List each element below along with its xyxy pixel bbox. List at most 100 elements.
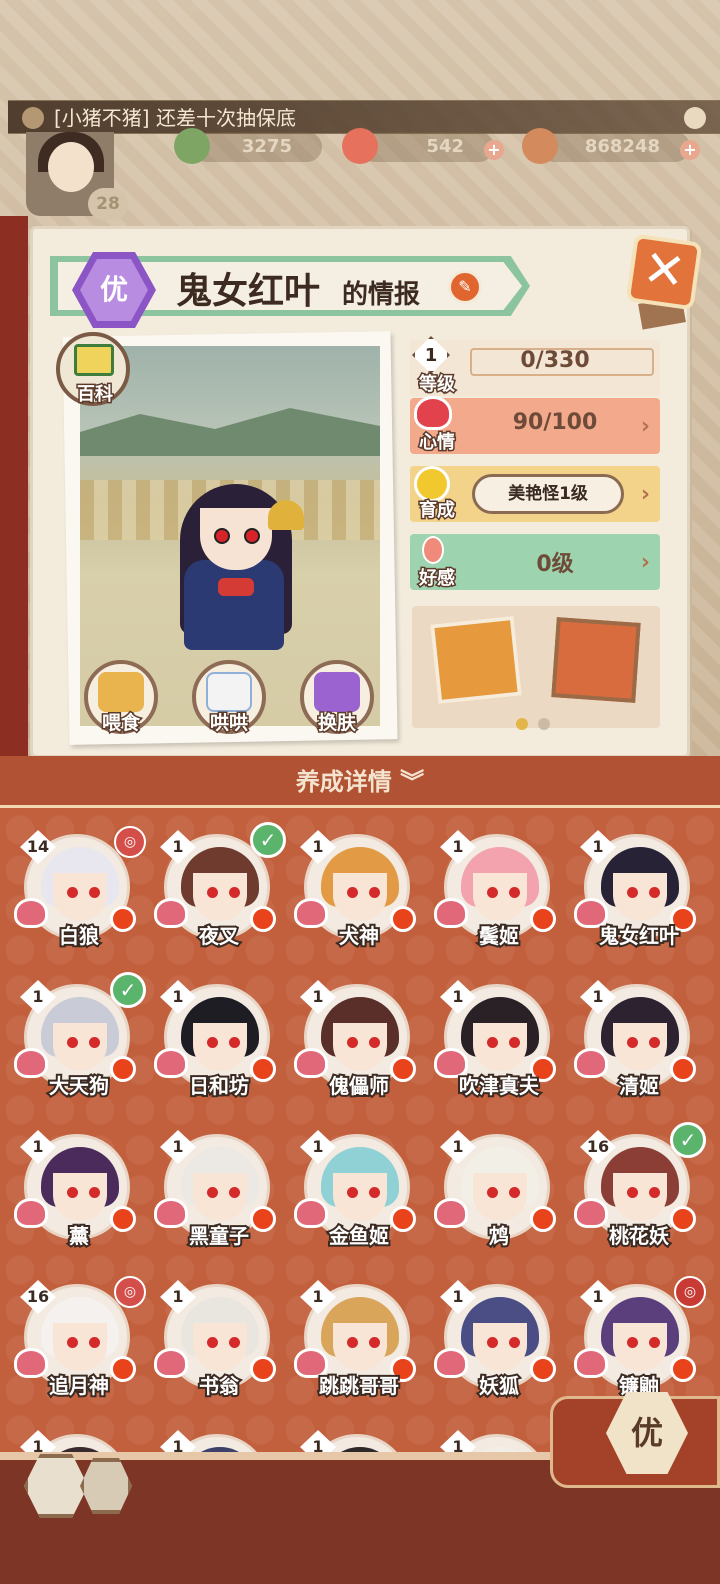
emblem-icon: ◎: [114, 826, 146, 858]
character-name: 追月神: [47, 1372, 111, 1400]
character-eye: [214, 528, 230, 544]
add-stamina-button[interactable]: +: [484, 140, 504, 160]
character-name: 鸩: [487, 1222, 511, 1250]
portrait-eye: [509, 1037, 520, 1048]
character-name: 书翁: [197, 1372, 241, 1400]
portrait-face: [473, 1023, 527, 1071]
character-card[interactable]: 1 夜叉 ✓: [154, 822, 286, 966]
character-card[interactable]: 16 追月神 ◎: [14, 1276, 146, 1416]
character-card[interactable]: 1 跳跳哥哥: [294, 1276, 424, 1416]
portrait-face: [613, 1023, 667, 1071]
edit-name-button[interactable]: ✎: [448, 270, 482, 304]
close-button[interactable]: ✕: [625, 233, 703, 311]
portrait-face: [473, 873, 527, 921]
affection-value: 0级: [536, 552, 574, 577]
encyclopedia-button[interactable]: 百科: [56, 332, 130, 407]
character-name: 黑童子: [187, 1222, 251, 1250]
portrait-eye: [229, 1337, 240, 1348]
check-icon: ✓: [250, 822, 286, 858]
resource-stamina-value: 542: [426, 136, 464, 157]
character-card[interactable]: 1 鬓姬: [434, 826, 564, 966]
character-name: 日和坊: [187, 1072, 251, 1100]
player-level: 28: [88, 188, 128, 220]
portrait-eye: [229, 1037, 240, 1048]
portrait-eye: [67, 887, 78, 898]
character-name: 犬神: [337, 922, 381, 950]
portrait-eye: [347, 1187, 358, 1198]
portrait-eye: [89, 1187, 100, 1198]
stat-mood[interactable]: 心情 90/100 ›: [410, 396, 660, 455]
portrait-eye: [487, 1187, 498, 1198]
mood-value: 90/100: [512, 410, 598, 435]
character-card[interactable]: 1薰: [14, 1126, 144, 1266]
encyclopedia-label: 百科: [76, 383, 115, 407]
feed-button[interactable]: 喂食: [84, 660, 158, 736]
character-fan: [268, 500, 304, 530]
portrait-face: [53, 1023, 107, 1071]
emblem-icon: ◎: [674, 1276, 706, 1308]
portrait-face: [193, 1323, 247, 1371]
coax-button[interactable]: 哄哄: [192, 660, 266, 736]
character-card[interactable]: 16 桃花妖 ✓: [574, 1122, 706, 1266]
character-card[interactable]: 1 吹津真夫: [434, 976, 564, 1116]
portrait-eye: [347, 887, 358, 898]
feed-label: 喂食: [100, 711, 141, 736]
character-card[interactable]: 1 日和坊: [154, 976, 284, 1116]
close-icon: ✕: [639, 238, 690, 302]
noodle-icon: [98, 672, 144, 712]
character-card[interactable]: 14 白狼 ◎: [14, 826, 146, 966]
portrait-eye: [627, 1187, 638, 1198]
portrait-face: [53, 1173, 107, 1221]
mystery-gift-card[interactable]: [551, 617, 641, 703]
portrait-eye: [649, 1037, 660, 1048]
character-card[interactable]: 1 傀儡师: [294, 976, 424, 1116]
character-card[interactable]: 1 大天狗 ✓: [14, 972, 146, 1116]
stat-growth[interactable]: 育成 美艳怪1级 ›: [410, 466, 660, 523]
portrait-eye: [89, 1337, 100, 1348]
character-name: 妖狐: [477, 1372, 521, 1400]
character-kimono: [184, 560, 284, 650]
mood-label: 心情: [418, 431, 457, 455]
portrait-eye: [369, 1187, 380, 1198]
page-dot-active[interactable]: [516, 718, 528, 730]
character-name: 清姬: [617, 1072, 661, 1100]
character-card[interactable]: 1 妖狐: [434, 1276, 564, 1416]
book-spine: [0, 216, 28, 756]
mystery-gift-card[interactable]: [430, 615, 522, 705]
affection-label: 好感: [418, 567, 457, 591]
portrait-eye: [509, 887, 520, 898]
character-card[interactable]: 1 清姬: [574, 976, 704, 1116]
portrait-eye: [627, 1337, 638, 1348]
add-coins-button[interactable]: +: [680, 140, 700, 160]
portrait-face: [193, 1173, 247, 1221]
portrait-face: [193, 1023, 247, 1071]
skin-button[interactable]: 换肤: [300, 660, 374, 736]
character-card[interactable]: 1 犬神: [294, 826, 424, 966]
portrait-eye: [509, 1187, 520, 1198]
page-dot[interactable]: [538, 718, 550, 730]
character-card[interactable]: 1 鬼女红叶: [574, 826, 704, 966]
portrait-eye: [229, 1187, 240, 1198]
portrait-eye: [627, 887, 638, 898]
character-card[interactable]: 1 黑童子: [154, 1126, 284, 1266]
character-eye: [244, 528, 260, 544]
details-toggle[interactable]: 养成详情 ︾: [0, 756, 720, 808]
coax-label: 哄哄: [208, 711, 249, 736]
character-card[interactable]: 1鸩: [434, 1126, 564, 1266]
chevron-right-icon: ›: [640, 550, 650, 575]
portrait-eye: [229, 887, 240, 898]
details-title: 养成详情: [295, 768, 392, 796]
portrait-face: [613, 1173, 667, 1221]
character-card[interactable]: 1 书翁: [154, 1276, 284, 1416]
resource-coins-value: 868248: [584, 136, 660, 157]
stat-affection[interactable]: 好感 0级 ›: [410, 534, 660, 591]
chevron-right-icon: ›: [640, 482, 650, 507]
milk-icon: [206, 672, 252, 712]
character-name: 吹津真夫: [457, 1072, 541, 1100]
announcement-text: [小猪不猪] 还差十次抽保底: [54, 106, 296, 130]
portrait-face: [613, 1323, 667, 1371]
character-card[interactable]: 1 金鱼姬: [294, 1126, 424, 1266]
portrait-eye: [207, 1337, 218, 1348]
portrait-face: [333, 1173, 387, 1221]
level-value: 0/330: [520, 348, 590, 373]
